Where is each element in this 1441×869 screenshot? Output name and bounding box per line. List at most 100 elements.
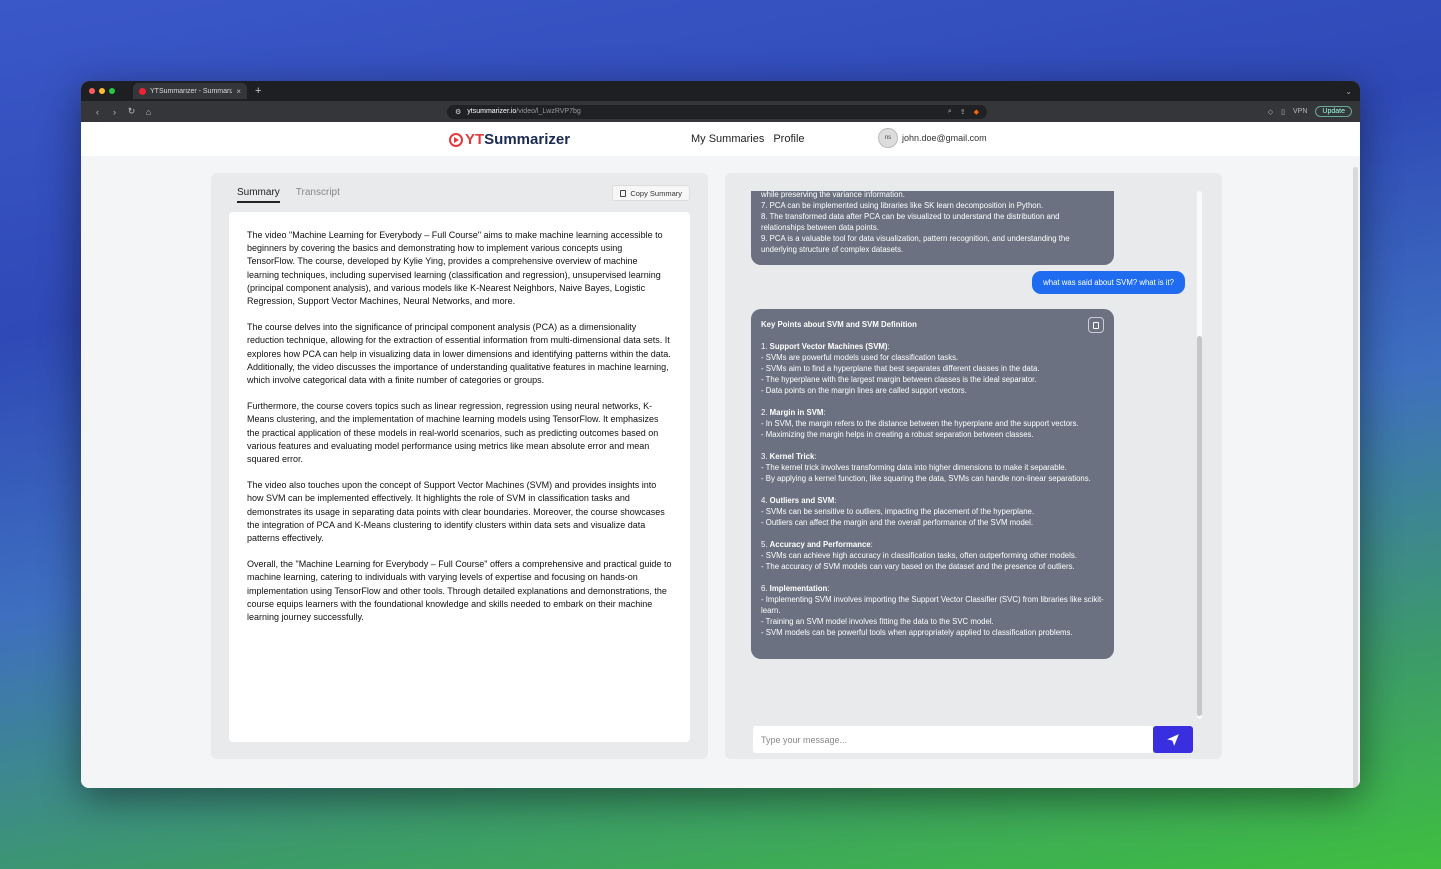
nav-my-summaries[interactable]: My Summaries [691,133,764,145]
message-line: while preserving the variance informatio… [761,191,905,199]
message-line: 7. PCA can be implemented using librarie… [761,201,1044,210]
copy-icon [1093,321,1099,329]
section-title: 3. Kernel Trick: [761,452,817,461]
answer-section: 1. Support Vector Machines (SVM): - SVMs … [761,341,1104,396]
chevron-down-icon[interactable]: ⌄ [1345,87,1352,96]
avatar: ns [878,128,898,148]
chat-scrollbar[interactable] [1197,191,1202,719]
browser-tab[interactable]: YTSummarizer - Summarize × [133,83,247,99]
section-line: - Training an SVM model involves fitting… [761,617,994,626]
browser-toolbar: ‹ › ↻ ⌂ ⚙ ytsummarizer.io/video/l_LwzRVP… [81,101,1360,122]
url-host: ytsummarizer.io [467,108,517,115]
section-number: 2. [761,408,770,417]
section-line: - The kernel trick involves transforming… [761,463,1067,472]
zoom-icon[interactable]: ⌕ [948,108,952,116]
copy-message-button[interactable] [1088,317,1104,333]
section-line: - Maximizing the margin helps in creatin… [761,430,1034,439]
play-logo-icon [449,132,463,147]
section-title: 1. Support Vector Machines (SVM): [761,342,890,351]
update-button[interactable]: Update [1315,106,1352,117]
answer-section: 3. Kernel Trick: - The kernel trick invol… [761,451,1104,484]
url-path: /video/l_LwzRVP7bg [516,108,581,115]
ai-message: while preserving the variance informatio… [751,191,1114,265]
message-line: 9. PCA is a valuable tool for data visua… [761,234,1070,254]
section-number: 1. [761,342,770,351]
message-composer [753,726,1193,753]
answer-heading: Key Points about SVM and SVM Definition [761,320,917,329]
message-line: 8. The transformed data after PCA can be… [761,212,1060,232]
site-header: YT Summarizer My Summaries Profile ns joh… [81,122,1360,156]
reload-icon[interactable]: ↻ [123,106,140,117]
user-menu[interactable]: ns john.doe@gmail.com [878,128,987,148]
page-scrollbar[interactable] [1353,167,1358,788]
scroll-thumb[interactable] [1197,336,1202,716]
chat-messages[interactable]: while preserving the variance informatio… [751,191,1197,719]
section-line: - By applying a kernel function, like sq… [761,474,1091,483]
address-bar[interactable]: ⚙ ytsummarizer.io/video/l_LwzRVP7bg ⌕ ⇪ … [447,104,987,119]
close-window-button[interactable] [89,88,95,94]
section-title-text: Support Vector Machines (SVM) [769,342,888,351]
user-message: what was said about SVM? what is it? [1032,271,1185,294]
section-title-text: Accuracy and Performance [769,540,871,549]
section-title-text: Margin in SVM [769,408,824,417]
summary-paragraph: Furthermore, the course covers topics su… [247,401,659,465]
summary-paragraph: The video also touches upon the concept … [247,480,665,544]
section-line: - SVMs are powerful models used for clas… [761,353,959,362]
tab-bar: YTSummarizer - Summarize × + ⌄ [81,81,1360,101]
logo[interactable]: YT Summarizer [449,131,570,148]
section-title: 6. Implementation: [761,584,830,593]
forward-icon[interactable]: › [106,107,123,117]
section-line: - Implementing SVM involves importing th… [761,595,1104,615]
section-number: 4. [761,496,770,505]
section-line: - Outliers can affect the margin and the… [761,518,1034,527]
site-info-icon[interactable]: ⚙ [455,108,461,116]
section-title-text: Implementation [769,584,828,593]
main-nav: My Summaries Profile [691,133,805,145]
section-line: - SVMs aim to find a hyperplane that bes… [761,364,1040,373]
home-icon[interactable]: ⌂ [140,107,157,117]
answer-section: 2. Margin in SVM: - In SVM, the margin re… [761,407,1104,440]
new-tab-icon[interactable]: + [255,85,261,97]
minimize-window-button[interactable] [99,88,105,94]
section-line: - SVM models can be powerful tools when … [761,628,1073,637]
logo-text: Summarizer [484,131,571,148]
message-input[interactable] [753,726,1153,753]
tab-summary[interactable]: Summary [237,187,280,203]
section-number: 5. [761,540,770,549]
copy-icon [620,189,627,197]
section-line: - Data points on the margin lines are ca… [761,386,967,395]
logo-yt: YT [465,131,485,148]
section-title-text: Kernel Trick [769,452,815,461]
section-title: 2. Margin in SVM: [761,408,826,417]
favicon-icon [139,87,146,95]
close-tab-icon[interactable]: × [236,87,241,96]
share-icon[interactable]: ⇪ [960,108,966,116]
back-icon[interactable]: ‹ [89,107,106,117]
extensions-icon[interactable]: ◇ [1268,108,1273,116]
summary-tabs: Summary Transcript [237,187,340,203]
ai-message: Key Points about SVM and SVM Definition … [751,309,1114,659]
section-line: - The accuracy of SVM models can vary ba… [761,562,1075,571]
section-number: 6. [761,584,770,593]
app-page: YT Summarizer My Summaries Profile ns joh… [81,122,1360,788]
nav-profile[interactable]: Profile [773,133,804,145]
section-line: - SVMs can be sensitive to outliers, imp… [761,507,1035,516]
sidebar-icon[interactable]: ▯ [1281,108,1285,116]
answer-section: 4. Outliers and SVM: - SVMs can be sensit… [761,495,1104,528]
summary-text: The video "Machine Learning for Everybod… [229,212,690,742]
browser-window: YTSummarizer - Summarize × + ⌄ ‹ › ↻ ⌂ ⚙… [81,81,1360,788]
tab-transcript[interactable]: Transcript [296,187,340,203]
shield-icon[interactable]: ◆ [974,108,979,116]
summary-panel: Summary Transcript Copy Summary The vide… [211,173,708,759]
section-line: - SVMs can achieve high accuracy in clas… [761,551,1077,560]
vpn-button[interactable]: VPN [1293,108,1307,115]
answer-section: 6. Implementation: - Implementing SVM inv… [761,583,1104,638]
send-button[interactable] [1153,726,1193,753]
section-number: 3. [761,452,770,461]
maximize-window-button[interactable] [109,88,115,94]
summary-paragraph: The video "Machine Learning for Everybod… [247,230,663,307]
copy-summary-button[interactable]: Copy Summary [612,185,690,201]
copy-summary-label: Copy Summary [630,188,682,198]
user-email: john.doe@gmail.com [902,133,987,143]
chat-panel: while preserving the variance informatio… [725,173,1222,759]
